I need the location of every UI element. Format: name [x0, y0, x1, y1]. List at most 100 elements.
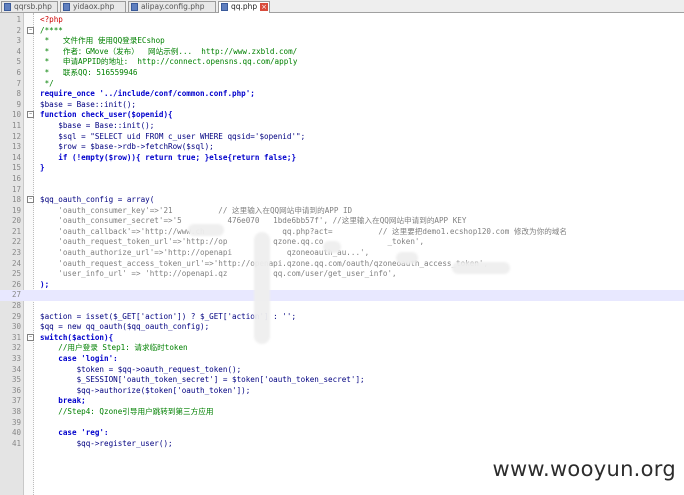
fold-toggle-icon[interactable]	[27, 333, 34, 341]
code-line: 35 $_SESSION['oauth_token_secret'] = $to…	[0, 375, 684, 386]
code-line: 22 'oauth_request_token_url'=>'http://op…	[0, 237, 684, 248]
redaction-blur	[254, 232, 270, 344]
line-number: 17	[11, 184, 21, 194]
code-text: /****	[40, 25, 63, 35]
line-number: 18	[11, 195, 21, 205]
code-line: 20 'oauth_consumer_secret'=>'5 476e070 1…	[0, 216, 684, 227]
tab-qq-active[interactable]: qq.php ×	[218, 1, 270, 13]
tab-qqrsb[interactable]: qqrsb.php	[1, 1, 58, 12]
code-line: 27	[0, 290, 684, 302]
code-line: 2 /****	[0, 26, 684, 37]
line-number: 11	[11, 120, 21, 130]
code-line: 4 * 作者：GMove（发布） 网站示例... http://www.zxbl…	[0, 47, 684, 58]
tab-label: qq.php	[231, 2, 258, 11]
code-text: $token = $qq->oauth_request_token();	[40, 364, 242, 374]
line-number: 9	[16, 99, 21, 109]
code-text: $qq->authorize($token['oauth_token']);	[40, 385, 251, 395]
code-line: 40 case 'reg':	[0, 428, 684, 439]
line-number: 39	[11, 417, 21, 427]
code-line: 12 $sql = "SELECT uid FROM c_user WHERE …	[0, 132, 684, 143]
code-text: $_SESSION['oauth_token_secret'] = $token…	[40, 375, 365, 385]
line-number: 26	[11, 279, 21, 289]
code-text: * 文件作用 使用QQ登录ECshop	[40, 36, 165, 46]
code-text: $base = Base::init();	[40, 99, 137, 109]
code-text: 'oauth_consumer_key'=>'21 // 这里输入在QQ网站申请…	[40, 205, 353, 215]
code-text: function check_user($openid){	[40, 110, 173, 120]
code-line: 26);	[0, 280, 684, 291]
line-number: 3	[16, 36, 21, 46]
code-line: 14 if (!empty($row)){ return true; }else…	[0, 153, 684, 164]
line-number: 15	[11, 163, 21, 173]
code-text: if (!empty($row)){ return true; }else{re…	[40, 152, 297, 162]
fold-toggle-icon[interactable]	[27, 111, 34, 119]
line-number: 37	[11, 396, 21, 406]
line-number: 36	[11, 385, 21, 395]
line-number: 8	[16, 89, 21, 99]
code-text: //Step4: Qzone引导用户跳转到第三方应用	[40, 406, 214, 416]
line-number: 1	[16, 15, 21, 24]
line-number: 22	[11, 237, 21, 247]
line-number: 40	[11, 428, 21, 438]
line-number: 25	[11, 269, 21, 279]
fold-toggle-icon[interactable]	[27, 196, 34, 204]
line-number: 28	[11, 301, 21, 311]
tab-yidaox[interactable]: yidaox.php	[60, 1, 126, 12]
code-text: break;	[40, 396, 86, 406]
code-line: 29 $action = isset($_GET['action']) ? $_G…	[0, 312, 684, 323]
tab-alipay-config[interactable]: alipay.config.php	[128, 1, 216, 12]
code-text: );	[40, 279, 50, 289]
code-line: 37 break;	[0, 396, 684, 407]
code-text: * 联系QQ: 516559946	[40, 67, 138, 77]
redaction-blur	[396, 252, 418, 264]
code-text: 'oauth_request_token_url'=>'http://op qz…	[40, 237, 425, 247]
line-number: 6	[16, 67, 21, 77]
line-number: 21	[11, 226, 21, 236]
line-number: 7	[16, 78, 21, 88]
code-line: 18 $qq_oauth_config = array(	[0, 195, 684, 206]
code-line: 39	[0, 418, 684, 429]
code-text: }	[40, 163, 45, 173]
code-text: $sql = "SELECT uid FROM c_user WHERE qqs…	[40, 131, 306, 141]
code-text: 'oauth_consumer_secret'=>'5 476e070 1bde…	[40, 216, 467, 226]
code-line: 8 require_once '../include/conf/common.co…	[0, 89, 684, 100]
code-line: 3 * 文件作用 使用QQ登录ECshop	[0, 36, 684, 47]
code-line: 41 $qq->register_user();	[0, 439, 684, 450]
code-text: 'oauth_callback'=>'http://www.ch qq.php?…	[40, 226, 567, 236]
code-line: 9 $base = Base::init();	[0, 100, 684, 111]
code-line: 13 $row = $base->rdb->fetchRow($sql);	[0, 142, 684, 153]
code-line: 38 //Step4: Qzone引导用户跳转到第三方应用	[0, 407, 684, 418]
close-tab-icon[interactable]: ×	[260, 3, 268, 11]
line-number: 16	[11, 173, 21, 183]
redaction-blur	[188, 224, 224, 236]
line-number: 4	[16, 46, 21, 56]
line-number: 29	[11, 311, 21, 321]
code-line: 33 case 'login':	[0, 354, 684, 365]
php-file-icon	[4, 3, 11, 11]
line-number: 14	[11, 152, 21, 162]
line-number: 2	[16, 25, 21, 35]
line-number: 35	[11, 375, 21, 385]
code-text: $row = $base->rdb->fetchRow($sql);	[40, 142, 214, 152]
code-text: require_once '../include/conf/common.con…	[40, 89, 255, 99]
line-number: 30	[11, 322, 21, 332]
redaction-blur	[323, 241, 341, 253]
line-number: 13	[11, 142, 21, 152]
code-text: $qq->register_user();	[40, 438, 173, 448]
code-line: 25 'user_info_url' => 'http://openapi.qz…	[0, 269, 684, 280]
code-line: 16	[0, 174, 684, 185]
tab-label: yidaox.php	[73, 2, 115, 11]
code-editor[interactable]: 1<?php2/****3 * 文件作用 使用QQ登录ECshop4 * 作者：…	[0, 15, 684, 449]
code-text: * 申请APPID的地址: http://connect.opensns.qq.…	[40, 57, 298, 67]
code-line: 30 $qq = new qq_oauth($qq_oauth_config);	[0, 322, 684, 333]
line-number: 10	[11, 110, 21, 120]
code-text: <?php	[40, 15, 63, 24]
line-number: 12	[11, 131, 21, 141]
tab-label: qqrsb.php	[14, 2, 52, 11]
line-number: 20	[11, 216, 21, 226]
code-line: 34 $token = $qq->oauth_request_token();	[0, 365, 684, 376]
fold-toggle-icon[interactable]	[27, 26, 34, 34]
line-number: 31	[11, 332, 21, 342]
php-file-icon	[131, 3, 138, 11]
code-line: 36 $qq->authorize($token['oauth_token'])…	[0, 386, 684, 397]
line-number: 32	[11, 343, 21, 353]
